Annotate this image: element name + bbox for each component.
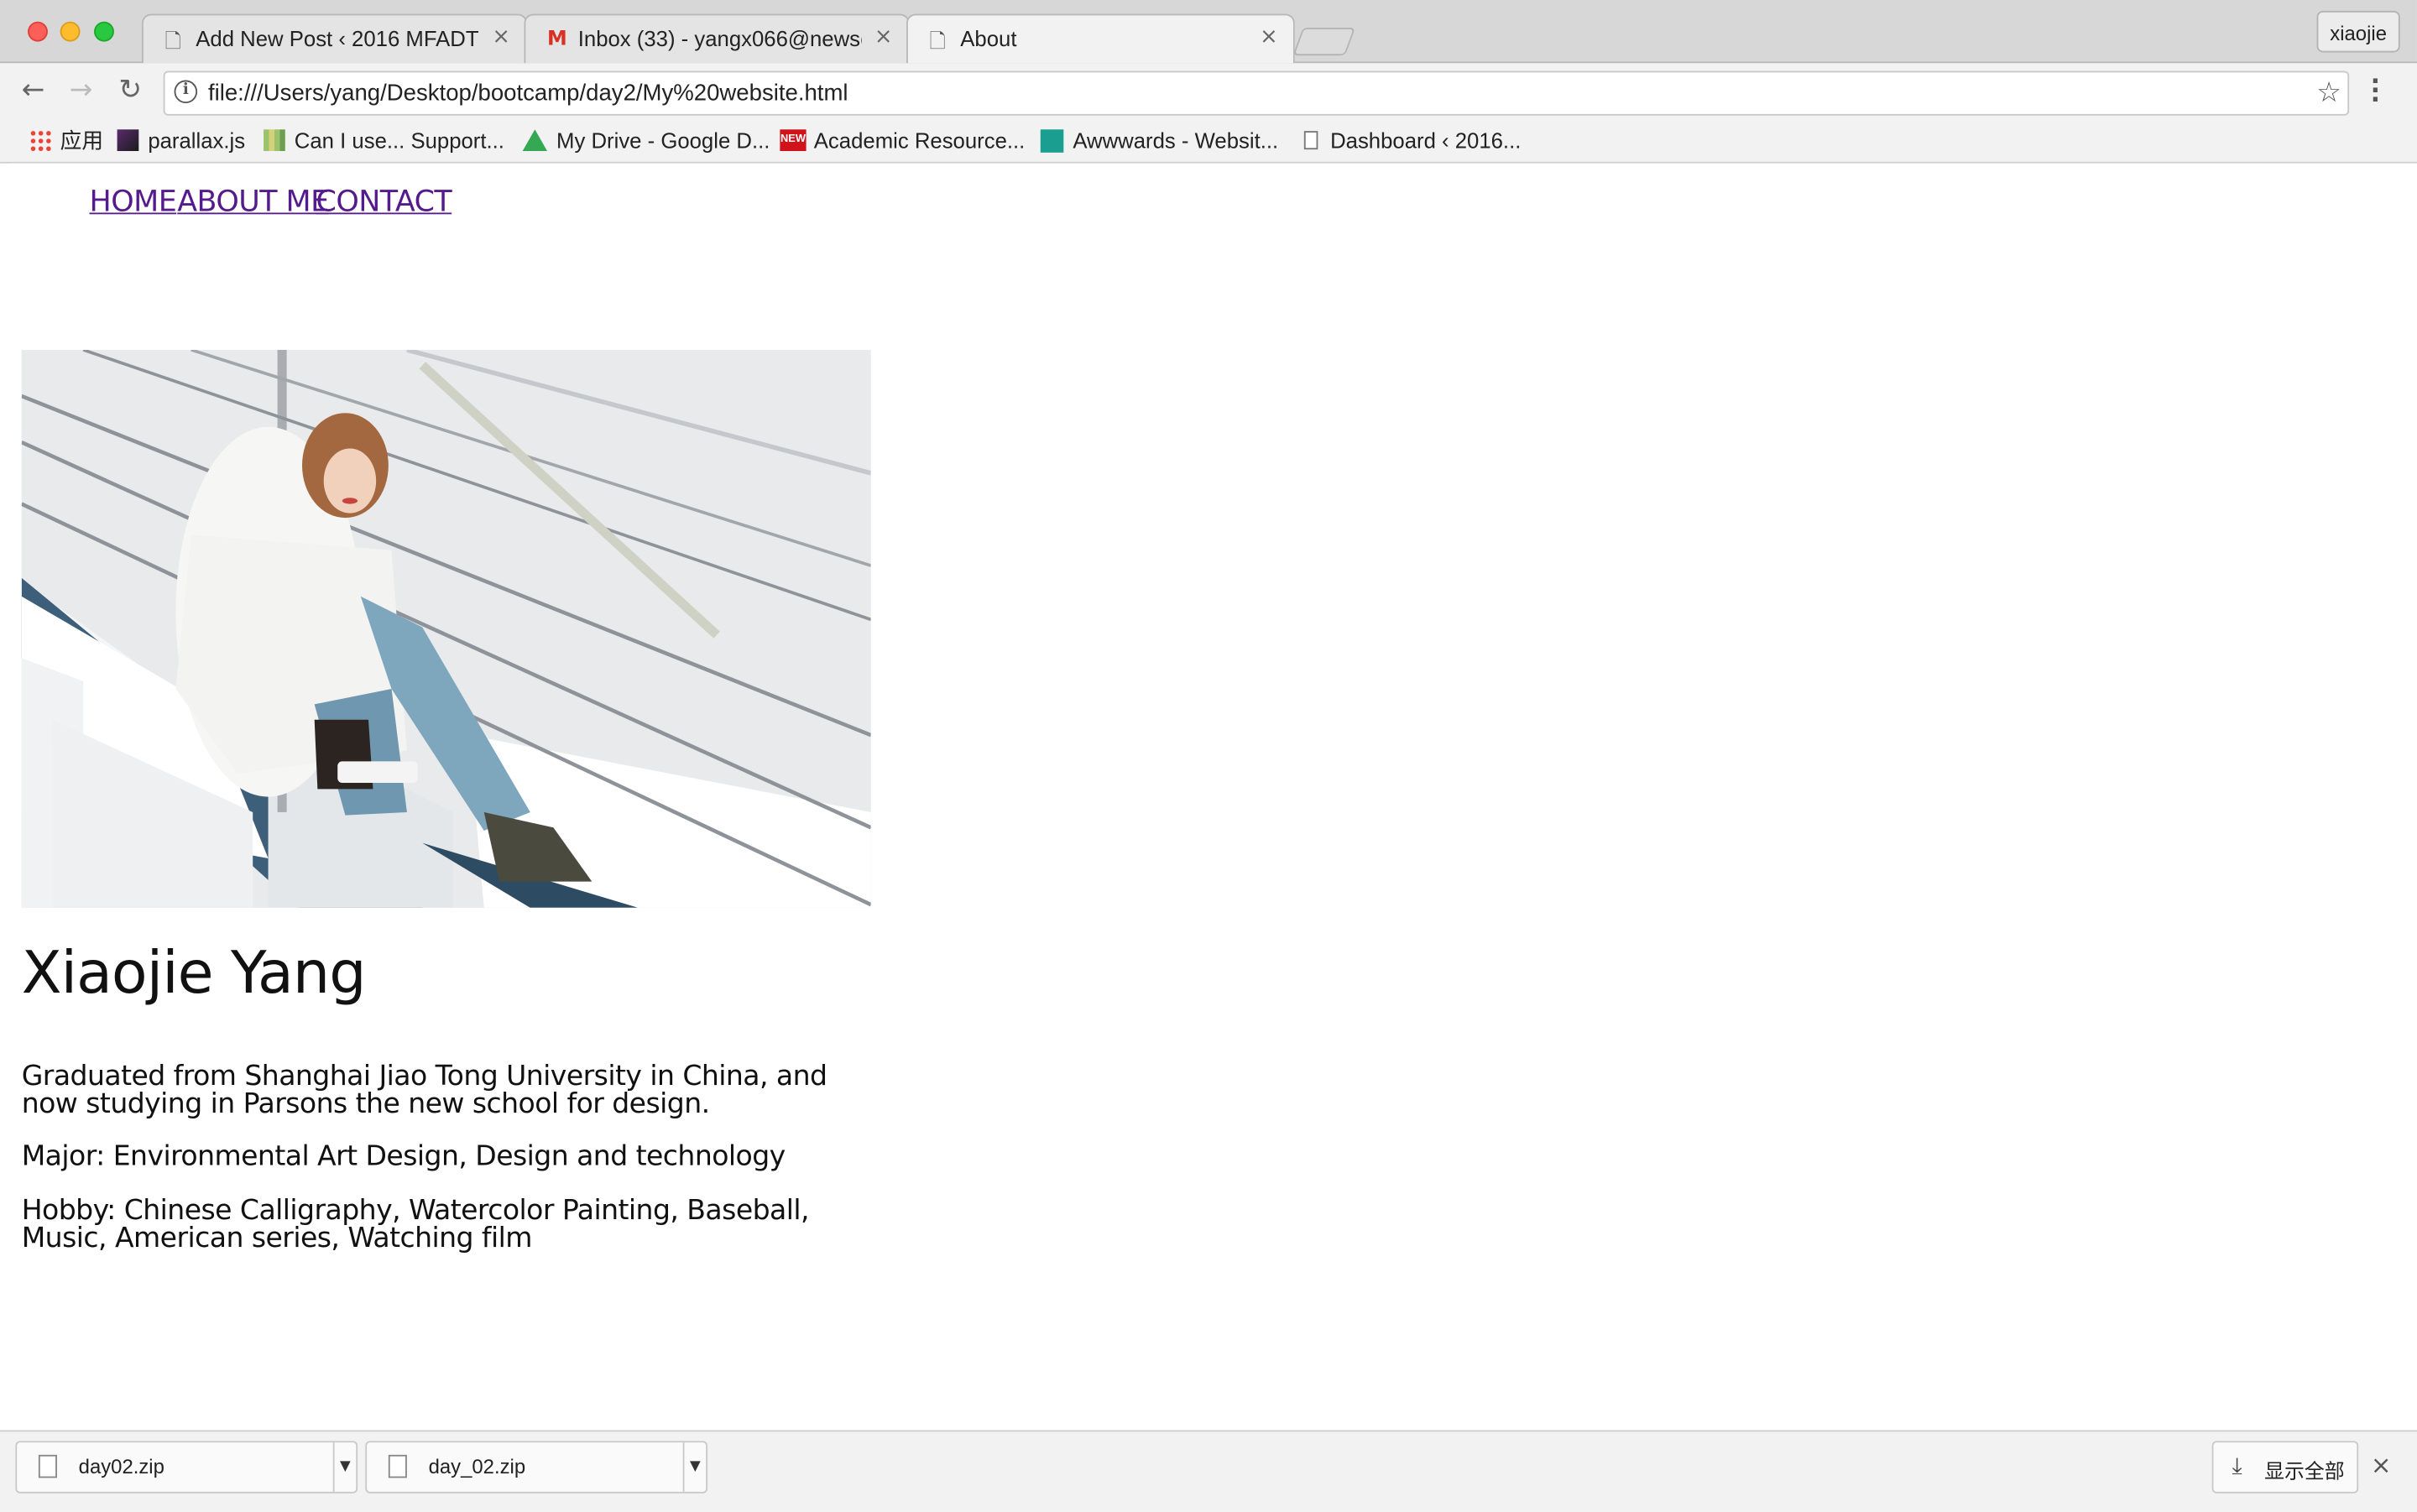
- bookmark-academic[interactable]: NEW Academic Resource...: [780, 125, 1025, 156]
- page-icon: 🗋: [164, 30, 181, 55]
- profile-button[interactable]: xiaojie: [2316, 10, 2400, 53]
- caniuse-icon: [264, 129, 285, 151]
- forward-arrow-icon[interactable]: →: [70, 75, 93, 107]
- page-icon: [1303, 131, 1318, 150]
- url-text[interactable]: file:///Users/yang/Desktop/bootcamp/day2…: [208, 81, 848, 107]
- bookmark-apps[interactable]: 应用: [29, 125, 103, 156]
- back-arrow-icon[interactable]: ←: [22, 75, 45, 107]
- browser-toolbar: ← → ↻ i file:///Users/yang/Desktop/bootc…: [0, 63, 2417, 123]
- browser-titlebar: 🗋 Add New Post ‹ 2016 MFADT I × M Inbox …: [0, 0, 2417, 64]
- google-drive-icon: [522, 129, 548, 151]
- tab-label: Add New Post ‹ 2016 MFADT I: [196, 26, 480, 51]
- profile-name-heading: Xiaojie Yang: [21, 938, 367, 1007]
- close-icon[interactable]: ×: [492, 24, 510, 49]
- show-all-label: 显示全部: [2264, 1459, 2345, 1483]
- bookmark-caniuse[interactable]: Can I use... Support...: [264, 125, 504, 156]
- bookmark-label: Academic Resource...: [813, 128, 1026, 153]
- file-icon: [388, 1454, 407, 1478]
- new-tab-button[interactable]: [1292, 28, 1355, 56]
- info-icon[interactable]: i: [174, 80, 198, 104]
- close-window-button[interactable]: [28, 21, 48, 42]
- bookmark-star-icon[interactable]: ☆: [2316, 77, 2341, 110]
- tab-about[interactable]: 🗋 About ×: [906, 13, 1295, 64]
- file-icon: [38, 1454, 57, 1478]
- download-filename: day02.zip: [78, 1454, 164, 1478]
- nav-link-contact[interactable]: CONTACT: [316, 185, 452, 218]
- apps-grid-icon: [29, 129, 51, 151]
- tab-label: Inbox (33) - yangx066@newsc: [577, 26, 862, 51]
- bookmark-parallax[interactable]: parallax.js: [117, 125, 246, 156]
- bio-paragraph: Graduated from Shanghai Jiao Tong Univer…: [21, 1060, 827, 1120]
- dropdown-arrow-icon[interactable]: ▼: [332, 1442, 357, 1492]
- download-icon: ⤓: [2232, 1452, 2242, 1480]
- bookmark-dashboard[interactable]: Dashboard ‹ 2016...: [1303, 125, 1522, 156]
- reload-icon[interactable]: ↻: [118, 75, 142, 107]
- download-filename: day_02.zip: [428, 1454, 526, 1478]
- awwwards-icon: [1040, 128, 1064, 152]
- bookmark-label: parallax.js: [148, 128, 246, 153]
- hobby-paragraph: Hobby: Chinese Calligraphy, Watercolor P…: [21, 1194, 810, 1254]
- menu-dots-icon[interactable]: · · ·: [2369, 69, 2382, 112]
- download-item[interactable]: day02.zip ▼: [15, 1441, 358, 1494]
- profile-photo: [21, 349, 871, 908]
- new-badge-icon: NEW: [780, 129, 807, 151]
- tab-label: About: [960, 26, 1017, 51]
- show-all-downloads-button[interactable]: ⤓ 显示全部: [2211, 1441, 2359, 1494]
- page-icon: 🗋: [929, 30, 946, 55]
- bookmark-label: Can I use... Support...: [294, 128, 504, 153]
- bookmark-label: Dashboard ‹ 2016...: [1330, 128, 1522, 153]
- minimize-window-button[interactable]: [60, 21, 81, 42]
- parallax-icon: [117, 129, 139, 151]
- tab-add-new-post[interactable]: 🗋 Add New Post ‹ 2016 MFADT I ×: [141, 13, 528, 64]
- page-viewport: HOME ABOUT ME CONTACT Xiaojie Yang Gradu…: [9, 163, 2417, 1431]
- close-icon[interactable]: ×: [2371, 1450, 2392, 1479]
- downloads-shelf: day02.zip ▼ day_02.zip ▼ ⤓ 显示全部 ×: [0, 1430, 2417, 1512]
- nav-link-home[interactable]: HOME: [90, 185, 177, 218]
- download-item[interactable]: day_02.zip ▼: [365, 1441, 708, 1494]
- bookmark-label: Awwwards - Websit...: [1073, 128, 1279, 153]
- bookmark-label: My Drive - Google D...: [556, 128, 770, 153]
- address-bar[interactable]: i file:///Users/yang/Desktop/bootcamp/da…: [163, 70, 2350, 116]
- close-icon[interactable]: ×: [1260, 24, 1278, 49]
- bookmarks-bar: 应用 parallax.js Can I use... Support... M…: [0, 122, 2417, 164]
- tab-inbox[interactable]: M Inbox (33) - yangx066@newsc ×: [524, 13, 910, 64]
- bookmark-awwwards[interactable]: Awwwards - Websit...: [1040, 125, 1279, 156]
- bookmark-label: 应用: [60, 128, 104, 153]
- gmail-icon: M: [547, 28, 567, 51]
- close-icon[interactable]: ×: [874, 24, 893, 49]
- maximize-window-button[interactable]: [94, 21, 114, 42]
- dropdown-arrow-icon[interactable]: ▼: [682, 1442, 707, 1492]
- bookmark-google-drive[interactable]: My Drive - Google D...: [522, 125, 770, 156]
- nav-link-about[interactable]: ABOUT ME: [177, 185, 329, 218]
- major-paragraph: Major: Environmental Art Design, Design …: [21, 1140, 786, 1173]
